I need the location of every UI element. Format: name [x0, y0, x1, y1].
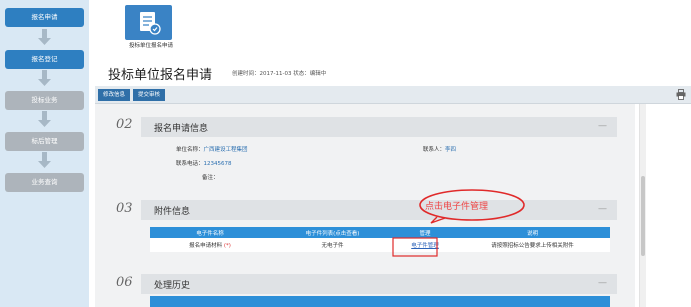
- section-title: 附件信息: [154, 207, 191, 217]
- form-document-icon[interactable]: [125, 5, 172, 40]
- step-register[interactable]: 报名登记: [5, 50, 84, 69]
- section-number: 02: [116, 117, 133, 132]
- attachment-table: 电子件名称 电子件列表(点击查看) 管理 说明 报名申请材料 (*) 无电子件 …: [150, 227, 610, 252]
- page-title: 投标单位报名申请: [108, 68, 213, 83]
- contact-label: 联系人：: [423, 147, 446, 153]
- step-bidding[interactable]: 投标业务: [5, 91, 84, 110]
- step-post-bid[interactable]: 标后管理: [5, 132, 84, 151]
- attachment-list: 无电子件: [270, 238, 395, 252]
- table-row: 报名申请材料 (*) 无电子件 电子件管理 请按照招标公告要求上传相关附件: [150, 238, 610, 252]
- down-arrow-icon: [38, 111, 51, 127]
- section-header-apply[interactable]: 报名申请信息 —: [141, 117, 617, 137]
- workflow-sidebar: 报名申请 报名登记 投标业务 标后管理 业务查询: [0, 0, 89, 307]
- unit-name-label: 单位名称：: [176, 147, 204, 153]
- column-header: 说明: [455, 227, 610, 238]
- attachment-name: 报名申请材料: [189, 243, 223, 249]
- column-header: 电子件名称: [150, 227, 270, 238]
- page-meta: 创建时间：2017-11-03 状态：编辑中: [232, 71, 327, 77]
- annotation-text: 点击电子件管理: [425, 202, 489, 212]
- unit-name-value: 广西建设工程集团: [203, 147, 248, 153]
- phone-label: 联系电话：: [176, 161, 204, 167]
- remark-row: 备注：: [202, 173, 219, 181]
- collapse-icon[interactable]: —: [598, 204, 607, 214]
- unit-name-row: 单位名称：广西建设工程集团: [176, 145, 248, 153]
- section-header-history[interactable]: 处理历史 —: [141, 274, 617, 294]
- attachment-name-cell: 报名申请材料 (*): [150, 238, 270, 252]
- contact-value: 李四: [445, 147, 457, 153]
- step-query[interactable]: 业务查询: [5, 173, 84, 192]
- submit-review-button[interactable]: 提交审核: [133, 89, 165, 101]
- phone-row: 联系电话：12345678: [176, 159, 232, 167]
- down-arrow-icon: [38, 70, 51, 86]
- attachment-desc: 请按照招标公告要求上传相关附件: [455, 238, 610, 252]
- down-arrow-icon: [38, 29, 51, 45]
- top-icon-label: 投标单位报名申请: [128, 43, 173, 49]
- collapse-icon[interactable]: —: [598, 121, 607, 131]
- section-number: 03: [116, 201, 133, 216]
- scroll-thumb[interactable]: [641, 176, 645, 256]
- section-title: 报名申请信息: [154, 124, 209, 134]
- section-header-attach[interactable]: 附件信息 —: [141, 200, 617, 220]
- remark-label: 备注：: [202, 175, 219, 181]
- section-title: 处理历史: [154, 281, 191, 291]
- column-header: 电子件列表(点击查看): [270, 227, 395, 238]
- toolbar: 修改信息 提交审核: [95, 86, 691, 104]
- collapse-icon[interactable]: —: [598, 278, 607, 288]
- phone-value: 12345678: [203, 161, 232, 167]
- down-arrow-icon: [38, 152, 51, 168]
- required-mark: (*): [223, 243, 231, 249]
- step-apply[interactable]: 报名申请: [5, 8, 84, 27]
- highlight-box: [392, 237, 438, 257]
- contact-row: 联系人：李四: [423, 145, 456, 153]
- vertical-scrollbar[interactable]: [639, 104, 646, 307]
- section-number: 06: [116, 275, 133, 290]
- printer-icon[interactable]: [676, 89, 686, 100]
- edit-info-button[interactable]: 修改信息: [98, 89, 130, 101]
- history-table-header: [150, 296, 610, 307]
